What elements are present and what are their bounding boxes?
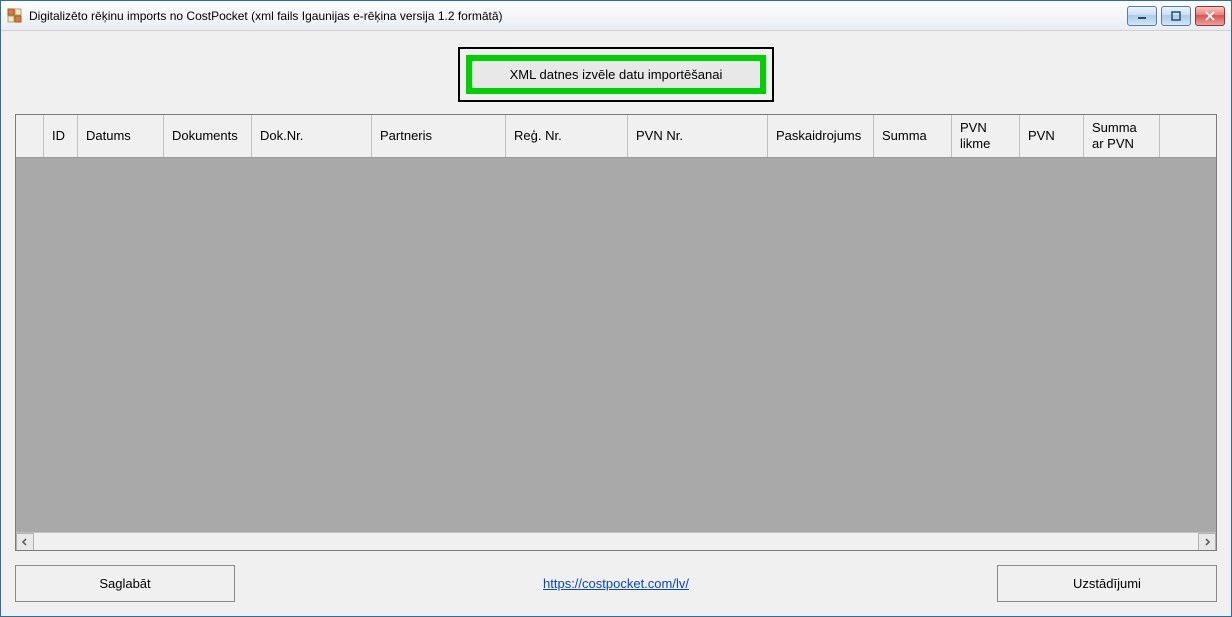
scroll-left-button[interactable]	[16, 533, 34, 551]
app-icon	[7, 8, 23, 24]
row-header-corner	[16, 115, 44, 157]
maximize-button[interactable]	[1161, 6, 1191, 26]
column-header[interactable]: Summa	[874, 115, 952, 157]
grid-body-empty	[16, 158, 1216, 532]
column-header[interactable]: Reģ. Nr.	[506, 115, 628, 157]
column-header[interactable]: Summa ar PVN	[1084, 115, 1160, 157]
horizontal-scrollbar[interactable]	[16, 532, 1216, 550]
column-header[interactable]: PVN Nr.	[628, 115, 768, 157]
column-header[interactable]: PVN	[1020, 115, 1084, 157]
window-title: Digitalizēto rēķinu imports no CostPocke…	[29, 9, 1121, 23]
column-header[interactable]: Datums	[78, 115, 164, 157]
xml-select-button[interactable]: XML datnes izvēle datu importēšanai	[466, 55, 767, 94]
top-button-wrap: XML datnes izvēle datu importēšanai	[15, 41, 1217, 104]
column-header[interactable]: Dokuments	[164, 115, 252, 157]
minimize-button[interactable]	[1127, 6, 1157, 26]
app-window: Digitalizēto rēķinu imports no CostPocke…	[0, 0, 1232, 617]
content-area: XML datnes izvēle datu importēšanai IDDa…	[1, 31, 1231, 616]
column-header[interactable]: ID	[44, 115, 78, 157]
save-button[interactable]: Saglabāt	[15, 565, 235, 602]
close-button[interactable]	[1195, 6, 1225, 26]
window-controls	[1127, 6, 1225, 26]
highlight-box: XML datnes izvēle datu importēšanai	[458, 47, 775, 102]
column-header[interactable]: Paskaidrojums	[768, 115, 874, 157]
data-grid: IDDatumsDokumentsDok.Nr.PartnerisReģ. Nr…	[15, 114, 1217, 551]
column-header[interactable]: Partneris	[372, 115, 506, 157]
column-header[interactable]: PVN likme	[952, 115, 1020, 157]
footer-row: Saglabāt https://costpocket.com/lv/ Uzst…	[15, 561, 1217, 602]
scroll-right-button[interactable]	[1198, 533, 1216, 551]
costpocket-link[interactable]: https://costpocket.com/lv/	[543, 576, 689, 591]
column-header[interactable]: Dok.Nr.	[252, 115, 372, 157]
titlebar: Digitalizēto rēķinu imports no CostPocke…	[1, 1, 1231, 31]
settings-button[interactable]: Uzstādījumi	[997, 565, 1217, 602]
grid-header-row: IDDatumsDokumentsDok.Nr.PartnerisReģ. Nr…	[16, 115, 1216, 158]
